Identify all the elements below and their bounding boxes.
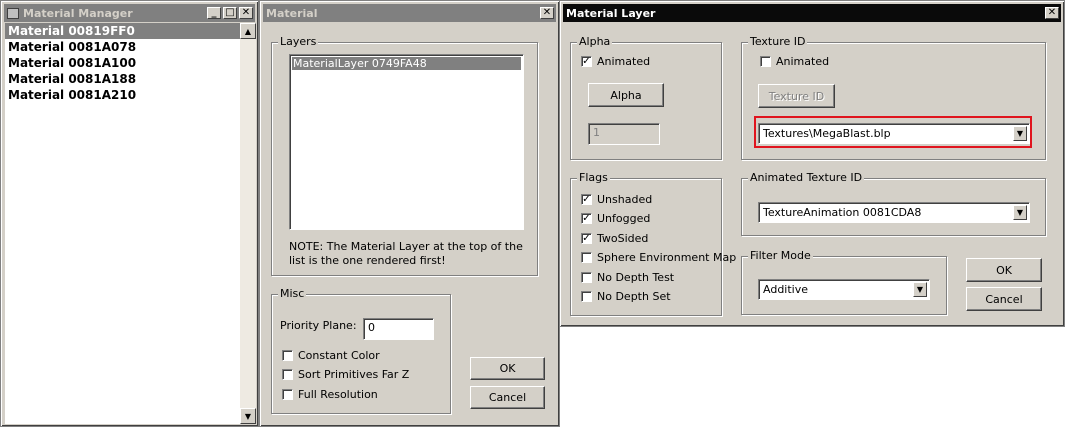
checkbox-label: Animated [776,55,830,68]
checkbox-box[interactable]: ✓ [581,56,592,67]
filter-mode-select[interactable]: Additive ▼ [758,279,930,300]
window-title: Material [266,6,318,20]
cancel-button[interactable]: Cancel [966,287,1042,311]
checkbox-label: No Depth Test [597,271,675,284]
list-item[interactable]: Material 0081A100 [5,55,256,71]
checkbox-box[interactable] [282,369,293,380]
checkbox-label: Full Resolution [298,388,378,401]
ok-button[interactable]: OK [966,258,1042,282]
scroll-up-icon[interactable]: ▲ [240,23,256,39]
checkbox-box[interactable]: ✓ [581,213,592,224]
checkbox-label: Unshaded [597,193,653,206]
chevron-down-icon[interactable]: ▼ [1013,126,1027,141]
animated-texture-select[interactable]: TextureAnimation 0081CDA8 ▼ [758,202,1030,223]
list-item[interactable]: Material 0081A078 [5,39,256,55]
checkbox-box[interactable] [282,350,293,361]
texture-id-group: Texture ID Animated Texture ID Textures\… [741,35,1046,160]
material-manager-window: Material Manager _ □ ✕ Material 00819FF0… [0,0,259,427]
list-item[interactable]: Material 00819FF0 [5,23,240,39]
priority-plane-input[interactable]: 0 [363,318,434,340]
checkbox-label: Sphere Environment Map [597,251,737,264]
checkbox-box[interactable] [581,272,592,283]
material-layer-titlebar[interactable]: Material Layer ✕ [563,4,1061,22]
layers-label: Layers [278,35,319,48]
checkbox-label: Unfogged [597,212,651,225]
misc-group: Misc Priority Plane: 0 Constant Color So… [271,287,451,414]
list-item[interactable]: Material 0081A188 [5,71,256,87]
no-depth-set-checkbox[interactable]: No Depth Set [581,290,671,303]
filter-mode-group: Filter Mode Additive ▼ [741,249,947,315]
checkbox-box[interactable] [282,389,293,400]
material-list[interactable]: Material 00819FF0 Material 0081A078 Mate… [5,23,256,424]
layers-note: NOTE: The Material Layer at the top of t… [289,240,523,267]
twosided-checkbox[interactable]: ✓ TwoSided [581,232,648,245]
window-title: Material Manager [23,6,133,20]
filter-mode-value: Additive [763,283,808,296]
texture-id-label: Texture ID [748,35,808,48]
texture-animated-checkbox[interactable]: Animated [760,55,829,68]
checkbox-label: Constant Color [298,349,380,362]
layers-list[interactable]: MaterialLayer 0749FA48 [289,54,524,230]
texture-id-button: Texture ID [758,84,835,108]
vertical-scrollbar[interactable]: ▲ ▼ [240,23,256,424]
checkbox-box[interactable]: ✓ [581,194,592,205]
list-item[interactable]: Material 0081A210 [5,87,256,103]
app-icon [7,7,19,19]
unshaded-checkbox[interactable]: ✓ Unshaded [581,193,652,206]
material-window: Material ✕ Layers MaterialLayer 0749FA48… [259,0,560,427]
checkbox-label: Animated [597,55,651,68]
checkbox-box[interactable]: ✓ [581,233,592,244]
layers-group: Layers MaterialLayer 0749FA48 NOTE: The … [271,35,538,276]
alpha-button[interactable]: Alpha [588,83,664,107]
checkbox-box[interactable] [760,56,771,67]
material-titlebar[interactable]: Material ✕ [263,4,556,22]
scroll-down-icon[interactable]: ▼ [240,408,256,424]
texture-select-value: Textures\MegaBlast.blp [763,127,891,140]
texture-select[interactable]: Textures\MegaBlast.blp ▼ [758,123,1030,144]
animated-texture-group: Animated Texture ID TextureAnimation 008… [741,171,1046,236]
sphere-env-map-checkbox[interactable]: Sphere Environment Map [581,251,736,264]
no-depth-test-checkbox[interactable]: No Depth Test [581,271,674,284]
alpha-value-field: 1 [588,123,660,145]
window-title: Material Layer [566,6,656,20]
minimize-icon[interactable]: _ [207,7,221,19]
sort-primitives-checkbox[interactable]: Sort Primitives Far Z [282,368,409,381]
maximize-icon[interactable]: □ [223,7,237,19]
cancel-button[interactable]: Cancel [470,386,545,409]
material-manager-titlebar[interactable]: Material Manager _ □ ✕ [4,4,255,22]
alpha-label: Alpha [577,35,613,48]
material-layer-window: Material Layer ✕ Alpha ✓ Animated Alpha … [559,0,1065,327]
chevron-down-icon[interactable]: ▼ [1013,205,1027,220]
list-item[interactable]: MaterialLayer 0749FA48 [292,57,521,70]
unfogged-checkbox[interactable]: ✓ Unfogged [581,212,650,225]
checkbox-label: TwoSided [597,232,649,245]
checkbox-box[interactable] [581,291,592,302]
animated-texture-value: TextureAnimation 0081CDA8 [763,206,922,219]
ok-button[interactable]: OK [470,357,545,380]
misc-label: Misc [278,287,307,300]
checkbox-label: Sort Primitives Far Z [298,368,410,381]
animated-texture-label: Animated Texture ID [748,171,865,184]
alpha-group: Alpha ✓ Animated Alpha 1 [570,35,722,160]
close-icon[interactable]: ✕ [540,7,554,19]
chevron-down-icon[interactable]: ▼ [913,282,927,297]
checkbox-label: No Depth Set [597,290,671,303]
priority-plane-label: Priority Plane: [280,319,357,332]
constant-color-checkbox[interactable]: Constant Color [282,349,380,362]
flags-group: Flags ✓ Unshaded ✓ Unfogged ✓ TwoSided S… [570,171,736,316]
close-icon[interactable]: ✕ [1045,7,1059,19]
full-resolution-checkbox[interactable]: Full Resolution [282,388,378,401]
alpha-animated-checkbox[interactable]: ✓ Animated [581,55,650,68]
checkbox-box[interactable] [581,252,592,263]
filter-mode-label: Filter Mode [748,249,813,262]
flags-label: Flags [577,171,610,184]
close-icon[interactable]: ✕ [239,7,253,19]
